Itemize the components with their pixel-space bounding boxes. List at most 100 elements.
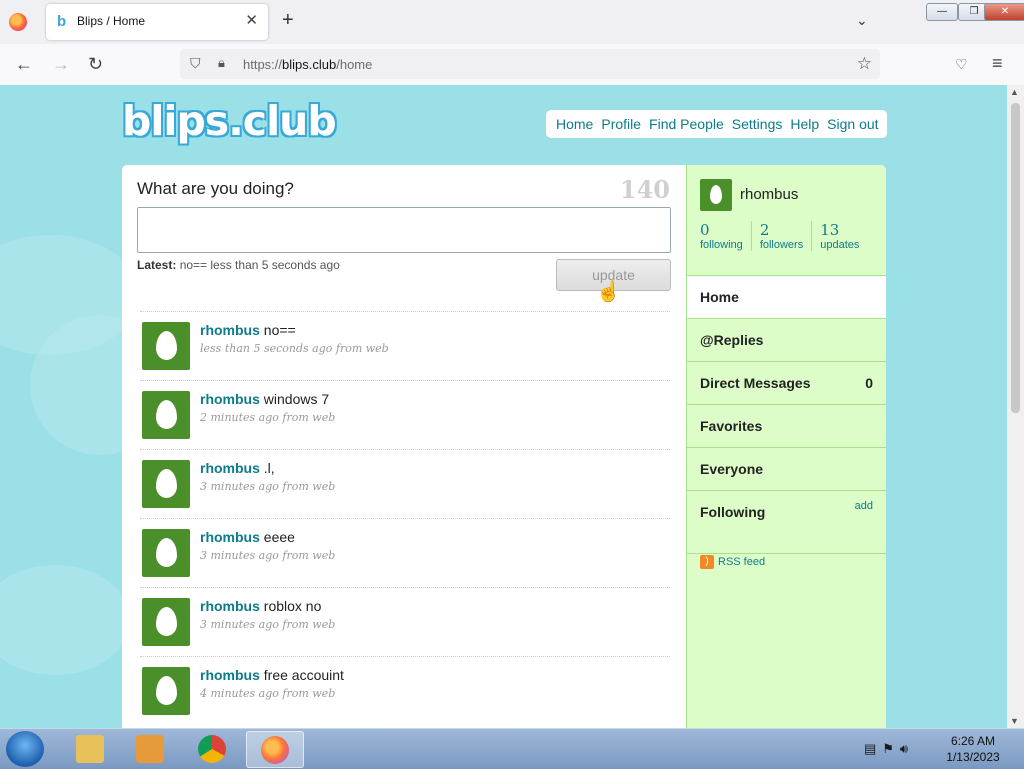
status-meta[interactable]: 4 minutes ago from web bbox=[200, 687, 335, 700]
avatar[interactable] bbox=[700, 179, 732, 211]
address-bar[interactable]: ⛉ 🔒︎ https://blips.club/home ☆ bbox=[180, 49, 880, 79]
following-add-link[interactable]: add bbox=[855, 485, 873, 527]
media-player-icon bbox=[136, 734, 164, 763]
status-author[interactable]: rhombus bbox=[200, 529, 260, 545]
taskbar: ▤⚑🔊︎ 6:26 AM 1/13/2023 bbox=[0, 728, 1024, 769]
background-cloud bbox=[0, 565, 130, 675]
sidebar-item-direct-messages[interactable]: Direct Messages 0 bbox=[687, 361, 886, 404]
browser-tab[interactable]: b Blips / Home ✕ bbox=[46, 4, 268, 40]
status-author[interactable]: rhombus bbox=[200, 391, 260, 407]
status-text: windows 7 bbox=[263, 391, 330, 407]
site-logo[interactable]: blips.club bbox=[122, 97, 337, 145]
sidebar-item-favorites[interactable]: Favorites bbox=[687, 404, 886, 447]
stat-following[interactable]: 0 following bbox=[700, 221, 752, 251]
timeline-item: rhombus no== less than 5 seconds ago fro… bbox=[140, 311, 670, 380]
taskbar-media-player[interactable] bbox=[122, 731, 178, 766]
sidebar-item-replies[interactable]: @Replies bbox=[687, 318, 886, 361]
sidebar-item-following[interactable]: Following add bbox=[687, 490, 886, 554]
folder-icon bbox=[76, 734, 104, 763]
avatar[interactable] bbox=[142, 460, 190, 508]
status-text: roblox no bbox=[263, 598, 322, 614]
status-text: free accouint bbox=[263, 667, 344, 683]
status-input[interactable] bbox=[137, 207, 671, 253]
hand-cursor-icon: ☝ bbox=[596, 281, 621, 303]
nav-settings[interactable]: Settings bbox=[732, 116, 783, 132]
firefox-icon[interactable] bbox=[9, 13, 27, 31]
taskbar-chrome[interactable] bbox=[184, 731, 240, 766]
status-meta[interactable]: 3 minutes ago from web bbox=[200, 618, 335, 631]
page-viewport: blips.club Home Profile Find People Sett… bbox=[0, 85, 1007, 728]
firefox-icon bbox=[261, 735, 289, 764]
status-author[interactable]: rhombus bbox=[200, 667, 260, 683]
status-meta[interactable]: 3 minutes ago from web bbox=[200, 480, 335, 493]
status-author[interactable]: rhombus bbox=[200, 598, 260, 614]
sidebar-item-everyone[interactable]: Everyone bbox=[687, 447, 886, 490]
start-button[interactable] bbox=[6, 731, 44, 767]
pocket-icon[interactable]: ♡ bbox=[955, 56, 968, 73]
tab-close-icon[interactable]: ✕ bbox=[245, 11, 258, 29]
taskbar-firefox[interactable] bbox=[246, 731, 304, 768]
sidebar: rhombus 0 following 2 followers 13 updates … bbox=[686, 165, 886, 728]
status-meta[interactable]: 3 minutes ago from web bbox=[200, 549, 335, 562]
sidebar-username[interactable]: rhombus bbox=[740, 186, 798, 203]
browser-nav-bar: ← → ↻ ⛉ 🔒︎ https://blips.club/home ☆ ♡ ≡ bbox=[0, 44, 1024, 86]
status-text: .l, bbox=[263, 460, 275, 476]
status-text: eeee bbox=[263, 529, 295, 545]
char-counter: 140 bbox=[619, 175, 670, 204]
latest-status: Latest: no== less than 5 seconds ago bbox=[137, 258, 340, 272]
system-clock[interactable]: 6:26 AM 1/13/2023 bbox=[944, 733, 1002, 765]
timeline-item: rhombus roblox no 3 minutes ago from web bbox=[140, 587, 670, 656]
nav-profile[interactable]: Profile bbox=[601, 116, 641, 132]
sidebar-menu: Home @Replies Direct Messages 0 Favorites… bbox=[687, 275, 886, 554]
avatar[interactable] bbox=[142, 529, 190, 577]
sidebar-item-home[interactable]: Home bbox=[687, 275, 886, 318]
status-author[interactable]: rhombus bbox=[200, 322, 260, 338]
avatar[interactable] bbox=[142, 391, 190, 439]
status-author[interactable]: rhombus bbox=[200, 460, 260, 476]
avatar[interactable] bbox=[142, 667, 190, 715]
timeline-item: rhombus free accouint 4 minutes ago from… bbox=[140, 656, 670, 725]
stat-updates[interactable]: 13 updates bbox=[820, 221, 867, 251]
avatar[interactable] bbox=[142, 598, 190, 646]
scrollbar-thumb[interactable] bbox=[1011, 103, 1020, 413]
status-meta[interactable]: 2 minutes ago from web bbox=[200, 411, 335, 424]
shield-icon[interactable]: ⛉ bbox=[190, 55, 204, 71]
composer-prompt: What are you doing? bbox=[137, 179, 294, 198]
rss-icon: ) bbox=[700, 555, 714, 569]
system-tray[interactable]: ▤⚑🔊︎ bbox=[864, 741, 914, 757]
timeline-item: rhombus .l, 3 minutes ago from web bbox=[140, 449, 670, 518]
avatar[interactable] bbox=[142, 322, 190, 370]
menu-icon[interactable]: ≡ bbox=[992, 53, 1003, 74]
nav-home[interactable]: Home bbox=[556, 116, 593, 132]
back-arrow-icon[interactable]: ← bbox=[15, 54, 33, 75]
tab-title: Blips / Home bbox=[77, 14, 146, 28]
forward-arrow-icon[interactable]: → bbox=[52, 54, 70, 75]
status-meta[interactable]: less than 5 seconds ago from web bbox=[200, 342, 389, 355]
window-close-button[interactable]: ✕ bbox=[984, 3, 1024, 21]
tab-list-chevron-icon[interactable]: ⌄ bbox=[856, 12, 868, 29]
chrome-icon bbox=[198, 734, 226, 763]
user-stats: 0 following 2 followers 13 updates bbox=[700, 221, 875, 251]
main-content: What are you doing? 140 Latest: no== les… bbox=[122, 165, 686, 728]
top-navigation: Home Profile Find People Settings Help S… bbox=[546, 110, 887, 138]
timeline: rhombus no== less than 5 seconds ago fro… bbox=[140, 311, 670, 725]
new-tab-icon[interactable]: + bbox=[282, 9, 294, 32]
nav-sign-out[interactable]: Sign out bbox=[827, 116, 878, 132]
rss-link[interactable]: ) RSS feed bbox=[700, 555, 765, 569]
lock-icon[interactable]: 🔒︎ bbox=[218, 55, 225, 71]
page-scrollbar[interactable]: ▲ ▼ bbox=[1007, 85, 1024, 728]
reload-icon[interactable]: ↻ bbox=[88, 54, 103, 75]
scroll-up-icon[interactable]: ▲ bbox=[1010, 87, 1019, 97]
minimize-button[interactable]: — bbox=[926, 3, 958, 21]
stat-followers[interactable]: 2 followers bbox=[760, 221, 813, 251]
nav-find-people[interactable]: Find People bbox=[649, 116, 724, 132]
timeline-item: rhombus eeee 3 minutes ago from web bbox=[140, 518, 670, 587]
bookmark-star-icon[interactable]: ☆ bbox=[857, 54, 872, 74]
timeline-item: rhombus windows 7 2 minutes ago from web bbox=[140, 380, 670, 449]
scroll-down-icon[interactable]: ▼ bbox=[1010, 716, 1019, 726]
browser-tab-bar: b Blips / Home ✕ + ⌄ — ❐ ✕ bbox=[0, 0, 1024, 44]
nav-help[interactable]: Help bbox=[790, 116, 819, 132]
url-text[interactable]: https://blips.club/home bbox=[243, 57, 372, 72]
site-favicon-icon: b bbox=[57, 13, 67, 30]
taskbar-explorer[interactable] bbox=[62, 731, 118, 766]
